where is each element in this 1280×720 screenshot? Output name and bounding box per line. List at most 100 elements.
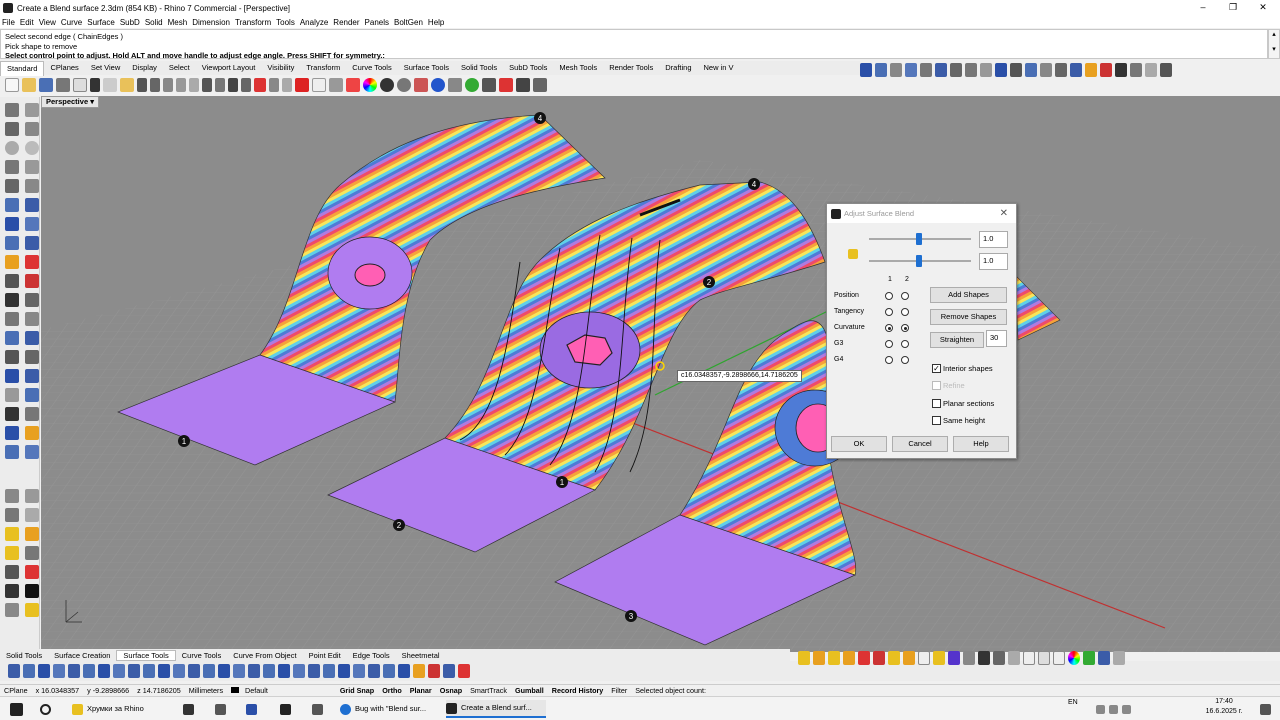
- start-button[interactable]: [10, 700, 27, 718]
- ellipse-tool-icon[interactable]: [25, 141, 39, 155]
- sweep1-icon[interactable]: [308, 664, 320, 678]
- cube-black-icon[interactable]: [978, 651, 990, 665]
- straighten-value[interactable]: 30: [986, 330, 1007, 347]
- slider1-thumb[interactable]: [916, 233, 922, 245]
- paint-icon[interactable]: [5, 603, 19, 617]
- polygon-tool-icon[interactable]: [5, 160, 19, 174]
- tab-display[interactable]: Display: [126, 61, 163, 75]
- rebuild-srf-icon[interactable]: [113, 664, 125, 678]
- fillet-tool-icon[interactable]: [5, 274, 19, 288]
- options-icon[interactable]: [533, 78, 547, 92]
- display-tool-icon[interactable]: [25, 445, 39, 459]
- extrude-icon[interactable]: [1040, 63, 1052, 77]
- plane-surface-icon[interactable]: [5, 198, 19, 212]
- tab-select[interactable]: Select: [163, 61, 196, 75]
- g3-radio-2[interactable]: [901, 340, 909, 348]
- maximize-button[interactable]: ❐: [1218, 0, 1248, 16]
- boolean-tool-icon[interactable]: [25, 274, 39, 288]
- tab-new-in-v7[interactable]: New in V: [698, 61, 740, 75]
- join-tool-icon[interactable]: [5, 293, 19, 307]
- taskbar-app-3[interactable]: [246, 700, 261, 718]
- tab-sheetmetal[interactable]: Sheetmetal: [396, 651, 446, 660]
- move-tool-icon[interactable]: [5, 331, 19, 345]
- osnap-near-icon[interactable]: [813, 651, 825, 665]
- four-view-icon[interactable]: [228, 78, 238, 92]
- osnap-int-icon[interactable]: [25, 508, 39, 522]
- filter-icon[interactable]: [516, 78, 530, 92]
- undo-icon[interactable]: [137, 78, 147, 92]
- dots-icon[interactable]: [1113, 651, 1125, 665]
- dim-angle-icon[interactable]: [25, 527, 39, 541]
- osnap-perp-icon[interactable]: [888, 651, 900, 665]
- remove-shapes-button[interactable]: Remove Shapes: [930, 309, 1007, 325]
- zoom-window-icon[interactable]: [189, 78, 199, 92]
- same-height-checkbox[interactable]: [932, 416, 941, 425]
- environment-icon[interactable]: [431, 78, 445, 92]
- patch-srf-icon[interactable]: [218, 664, 230, 678]
- position-radio-2[interactable]: [901, 292, 909, 300]
- untrim-srf-icon[interactable]: [188, 664, 200, 678]
- menu-help[interactable]: Help: [428, 18, 444, 27]
- cplane-icon[interactable]: [269, 78, 279, 92]
- camera-tool-icon[interactable]: [5, 445, 19, 459]
- analyze-icon[interactable]: [1130, 63, 1142, 77]
- minimize-button[interactable]: –: [1188, 0, 1218, 16]
- layer-tool-icon[interactable]: [5, 388, 19, 402]
- tab-mesh-tools[interactable]: Mesh Tools: [553, 61, 603, 75]
- cube-ghost-icon[interactable]: [1053, 651, 1065, 665]
- dimension-tool-icon[interactable]: [25, 369, 39, 383]
- tab-point-edit[interactable]: Point Edit: [303, 651, 347, 660]
- taskbar-app-1[interactable]: [183, 700, 198, 718]
- viewport-title[interactable]: Perspective ▾: [41, 96, 99, 108]
- annotation-icon[interactable]: [5, 565, 19, 579]
- layout-icon[interactable]: [448, 78, 462, 92]
- dim-linear-icon[interactable]: [5, 527, 19, 541]
- cube-yellow-icon[interactable]: [933, 651, 945, 665]
- tab-solid-tools[interactable]: Solid Tools: [455, 61, 503, 75]
- curvature-analysis-icon[interactable]: [443, 664, 455, 678]
- tab-surface-tools-bottom[interactable]: Surface Tools: [116, 649, 176, 661]
- history-icon[interactable]: [312, 78, 326, 92]
- interior-shapes-checkbox[interactable]: ✓: [932, 364, 941, 373]
- g3-radio-1[interactable]: [885, 340, 893, 348]
- menu-mesh[interactable]: Mesh: [168, 18, 188, 27]
- save-icon[interactable]: [39, 78, 53, 92]
- tab-surface-creation[interactable]: Surface Creation: [48, 651, 116, 660]
- ok-button[interactable]: OK: [831, 436, 887, 452]
- mesh-tool-icon[interactable]: [5, 255, 19, 269]
- color-wheel-icon[interactable]: [1068, 651, 1080, 665]
- unroll-srf-icon[interactable]: [128, 664, 140, 678]
- cone-tool-icon[interactable]: [25, 236, 39, 250]
- ellipse-icon[interactable]: [965, 63, 977, 77]
- points-icon[interactable]: [1145, 63, 1157, 77]
- panel-toggle-icon[interactable]: [860, 63, 872, 77]
- fillet-srf-icon[interactable]: [23, 664, 35, 678]
- chamfer-srf-icon[interactable]: [38, 664, 50, 678]
- language-indicator[interactable]: EN: [1068, 697, 1078, 709]
- command-prompt[interactable]: Select control point to adjust. Hold ALT…: [5, 51, 1263, 61]
- units-status[interactable]: Millimeters: [185, 686, 227, 695]
- add-shapes-button[interactable]: Add Shapes: [930, 287, 1007, 303]
- perspective-viewport[interactable]: 1 2 1 3 2 4 4: [41, 96, 1280, 652]
- color-icon[interactable]: [346, 78, 360, 92]
- taskbar-app-4[interactable]: [280, 700, 295, 718]
- rail-revolve-icon[interactable]: [293, 664, 305, 678]
- delete-icon[interactable]: [499, 78, 513, 92]
- corner-srf-icon[interactable]: [398, 664, 410, 678]
- menu-transform[interactable]: Transform: [235, 18, 271, 27]
- checker-icon[interactable]: [1083, 651, 1095, 665]
- print-icon[interactable]: [56, 78, 70, 92]
- zebra-icon[interactable]: [1160, 63, 1172, 77]
- menu-curve[interactable]: Curve: [61, 18, 82, 27]
- cplane-status[interactable]: CPlane: [0, 686, 32, 695]
- cut-icon[interactable]: [90, 78, 100, 92]
- tab-set-view[interactable]: Set View: [85, 61, 126, 75]
- zoom-selected-icon[interactable]: [215, 78, 225, 92]
- search-button[interactable]: [40, 700, 55, 718]
- check-icon[interactable]: [1115, 63, 1127, 77]
- tab-curve-tools-bottom[interactable]: Curve Tools: [176, 651, 227, 660]
- cube-purple-icon[interactable]: [948, 651, 960, 665]
- help-button[interactable]: Help: [953, 436, 1009, 452]
- material-icon[interactable]: [363, 78, 377, 92]
- clock[interactable]: 17:40 16.6.2025 г.: [1200, 697, 1248, 715]
